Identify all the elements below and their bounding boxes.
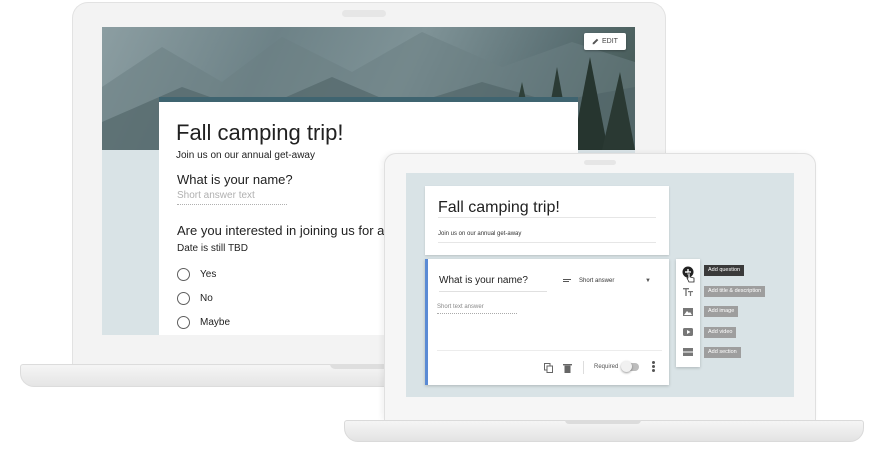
edit-label: EDIT: [602, 38, 618, 45]
option-maybe[interactable]: Maybe: [177, 316, 230, 329]
image-icon[interactable]: [682, 306, 694, 318]
front-laptop-screen: Fall camping trip! Join us on our annual…: [406, 173, 794, 397]
form-header-card: Fall camping trip! Join us on our annual…: [425, 186, 669, 255]
pencil-icon: [592, 38, 599, 45]
dropdown-arrow-icon: ▼: [645, 277, 651, 284]
short-answer-input[interactable]: Short answer text: [177, 190, 287, 205]
radio-icon[interactable]: [177, 292, 190, 305]
question-interest: Are you interested in joining us for a: [177, 223, 385, 238]
front-laptop-camera: [584, 160, 616, 165]
required-toggle[interactable]: [621, 361, 639, 372]
edit-button[interactable]: EDIT: [584, 33, 626, 50]
tooltip-add-question: Add question: [704, 265, 745, 276]
form-description[interactable]: Join us on our annual get-away: [438, 231, 521, 237]
required-label: Required: [594, 364, 619, 370]
back-laptop-camera: [342, 10, 386, 17]
cursor-hand-icon: [686, 272, 695, 283]
question-interest-description: Date is still TBD: [177, 243, 248, 254]
form-title[interactable]: Fall camping trip!: [176, 120, 344, 146]
front-laptop-notch: [565, 420, 641, 424]
option-label: No: [200, 293, 213, 304]
video-icon[interactable]: [682, 326, 694, 338]
divider: [438, 242, 656, 243]
option-yes[interactable]: Yes: [177, 268, 216, 281]
tooltip-add-video: Add video: [704, 327, 737, 338]
more-options-icon[interactable]: [652, 361, 655, 373]
delete-icon[interactable]: [563, 363, 572, 373]
form-description[interactable]: Join us on our annual get-away: [176, 150, 315, 161]
question-card: What is your name? Short answer ▼ Short …: [425, 259, 669, 385]
short-answer-placeholder: Short text answer: [437, 304, 517, 314]
divider: [583, 361, 584, 374]
side-toolbar: [676, 259, 700, 367]
question-title-input[interactable]: What is your name?: [439, 275, 547, 292]
tooltip-add-title: Add title & description: [704, 286, 766, 297]
tooltip-add-image: Add image: [704, 306, 739, 317]
duplicate-icon[interactable]: [544, 363, 553, 373]
option-label: Maybe: [200, 317, 231, 328]
form-title[interactable]: Fall camping trip!: [438, 199, 560, 217]
radio-icon[interactable]: [177, 316, 190, 329]
radio-icon[interactable]: [177, 268, 190, 281]
section-icon[interactable]: [682, 346, 694, 358]
divider: [437, 350, 662, 351]
question-name: What is your name?: [177, 172, 293, 187]
option-no[interactable]: No: [177, 292, 213, 305]
question-type-label: Short answer: [579, 277, 615, 284]
divider: [438, 217, 656, 218]
option-label: Yes: [200, 269, 217, 280]
title-icon[interactable]: [682, 286, 694, 298]
question-type-dropdown[interactable]: Short answer ▼: [557, 271, 659, 290]
tooltip-add-section: Add section: [704, 347, 741, 358]
short-answer-icon: [563, 278, 571, 283]
